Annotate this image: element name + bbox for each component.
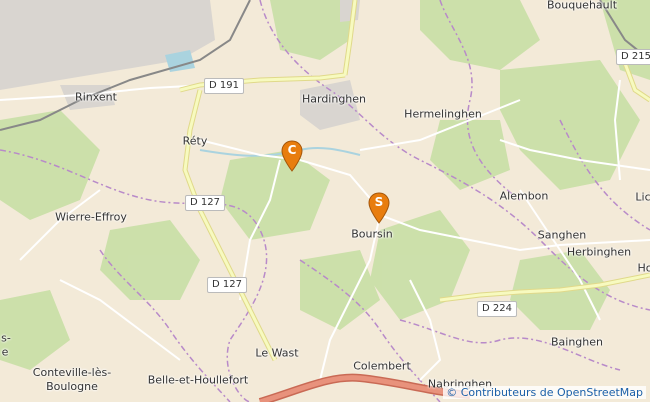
map-marker-s[interactable]: S: [368, 192, 390, 224]
place-label-boursin: Boursin: [351, 227, 393, 241]
map-attribution[interactable]: © Contributeurs de OpenStreetMap: [443, 386, 646, 399]
place-label-ho-edge: Ho: [637, 261, 650, 275]
map-marker-c[interactable]: C: [281, 140, 303, 172]
place-label-edge-s: s-: [1, 331, 11, 345]
place-label-le-wast: Le Wast: [255, 346, 299, 360]
marker-letter: C: [287, 143, 297, 157]
place-label-hermelinghen: Hermelinghen: [404, 107, 482, 121]
place-label-edge-e: e: [1, 345, 9, 359]
place-label-colembert: Colembert: [353, 359, 411, 373]
place-label-bainghen: Bainghen: [550, 335, 604, 349]
attribution-link[interactable]: Contributeurs de OpenStreetMap: [461, 386, 643, 399]
copyright-symbol: ©: [446, 386, 458, 399]
place-label-lic-edge: Lic: [635, 190, 650, 204]
place-label-wierre-effroy: Wierre-Effroy: [55, 210, 127, 224]
road-label-d127-south: D 127: [207, 277, 247, 293]
road-label-d224: D 224: [477, 301, 517, 317]
place-label-bouquehault: Bouquehault: [546, 0, 618, 12]
place-label-herbinghen: Herbinghen: [566, 245, 632, 259]
marker-letter: S: [374, 195, 384, 209]
place-label-rety: Réty: [182, 134, 208, 148]
road-label-d215: D 215: [616, 49, 650, 65]
road-label-d127-north: D 127: [185, 195, 225, 211]
road-label-d191: D 191: [204, 78, 244, 94]
place-label-rinxent: Rinxent: [75, 90, 117, 104]
place-label-conteville-les-boulogne: Conteville-lès- Boulogne: [32, 366, 112, 393]
map-view[interactable]: Rinxent Hardinghen Hermelinghen Réty Bou…: [0, 0, 650, 402]
place-label-sanghen: Sanghen: [537, 228, 587, 242]
place-label-hardinghen: Hardinghen: [301, 92, 367, 106]
place-label-belle-et-houllefort: Belle-et-Houllefort: [147, 373, 249, 387]
place-label-alembon: Alembon: [499, 189, 549, 203]
